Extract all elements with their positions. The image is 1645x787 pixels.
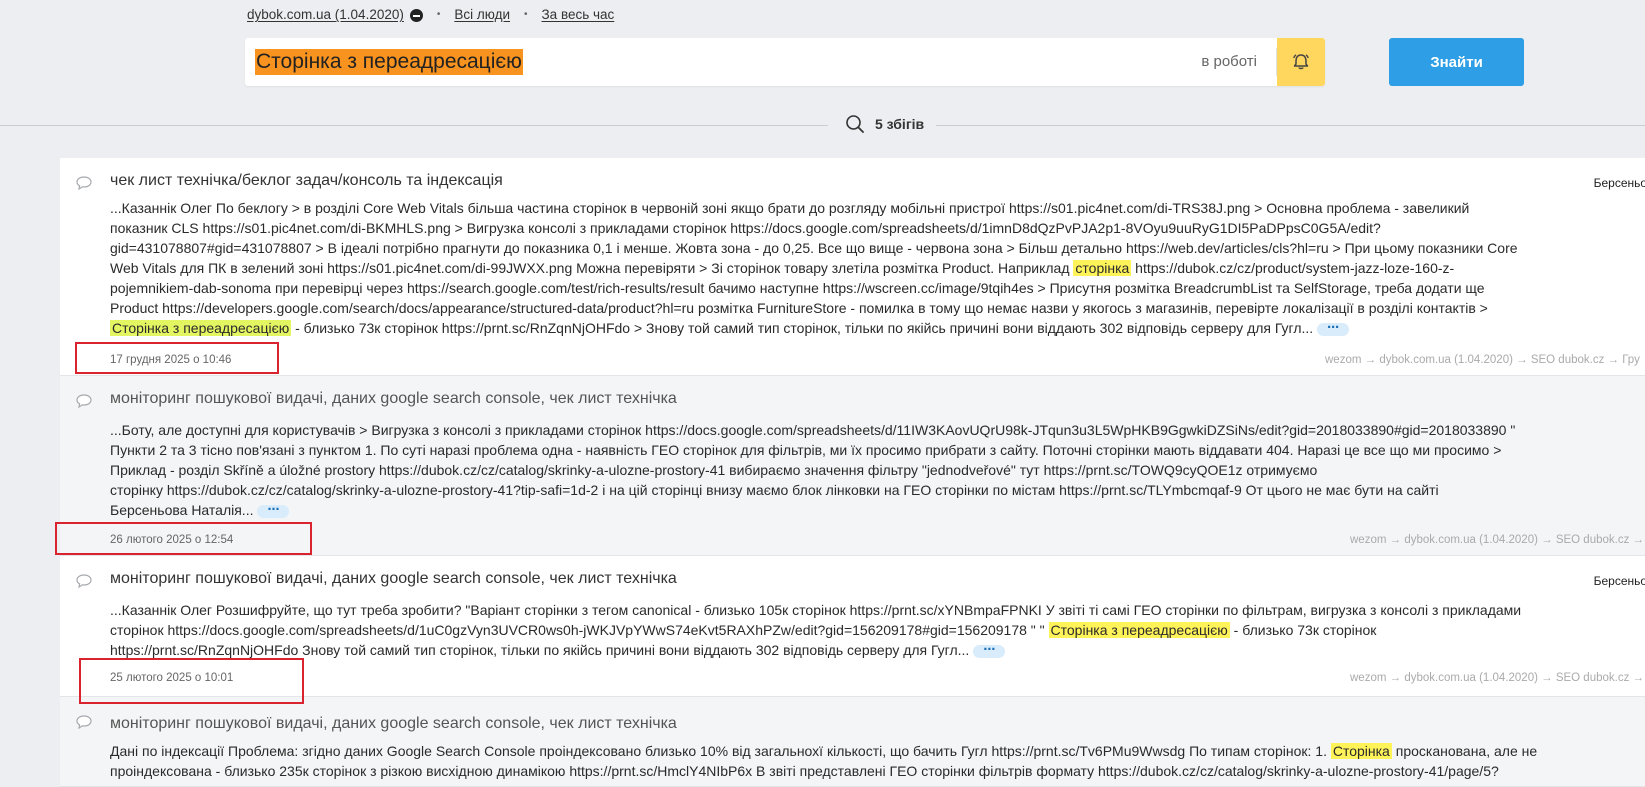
comment-icon [76, 574, 92, 588]
snippet-text: https://dubok.cz/cz/product/system-jazz-… [1131, 260, 1455, 276]
expand-button[interactable]: ⋯ [973, 643, 1006, 658]
filter-bar: dybok.com.ua (1.04.2020) • Всі люди • За… [247, 7, 614, 22]
snippet-line: pojemnikiem-dab-sonoma при перевірці чер… [110, 280, 1485, 296]
clear-filter-icon[interactable] [409, 9, 423, 22]
search-input[interactable]: Сторінка з переадресацією в роботі [245, 38, 1325, 86]
snippet-text: - близько 73к сторінок https://prnt.sc/R… [291, 320, 1314, 336]
snippet-text: Берсеньова Наталія... [110, 502, 254, 518]
result-path[interactable]: wezom → dybok.com.ua (1.04.2020) → SEO d… [1325, 354, 1640, 366]
separator-dot: • [436, 9, 441, 20]
snippet-text: - близько 73к сторінок [1229, 622, 1377, 638]
snippet-line: сторінок https://docs.google.com/spreads… [110, 620, 1645, 640]
result-title[interactable]: чек лист технічка/беклог задач/консоль т… [110, 172, 503, 190]
result-title[interactable]: моніторинг пошукової видачі, даних googl… [110, 715, 677, 733]
bell-icon [1293, 54, 1309, 70]
search-icon [846, 115, 864, 133]
result-snippet: ...Боту, але доступні для користувачів >… [110, 420, 1645, 520]
snippet-line: Пункти 2 та 3 тісно пов'язані з пунктом … [110, 442, 1502, 458]
snippet-text: Web Vitals для ПК в зелений зоні https:/… [110, 260, 1074, 276]
snippet-line: ...Боту, але доступні для користувачів >… [110, 422, 1516, 438]
result-snippet: ...Казаннік Олег Розшифруйте, що тут тре… [110, 600, 1645, 660]
search-query[interactable]: Сторінка з переадресацією [255, 49, 523, 75]
search-button[interactable]: Знайти [1389, 38, 1524, 86]
result-author: Берсеньова [1593, 176, 1645, 190]
annotation-box [55, 522, 312, 555]
match-count-label: 5 збігів [875, 116, 925, 132]
snippet-text: https://prnt.sc/RnZqnNjOHFdo Знову той с… [110, 642, 970, 658]
highlight: Сторінка з переадресацією [110, 320, 292, 336]
result-author: Берсеньова [1593, 574, 1645, 588]
result-item[interactable]: моніторинг пошукової видачі, даних googl… [60, 697, 1645, 787]
snippet-line: проіндексована - близько 235к сторінок з… [110, 763, 1499, 779]
snippet-text: просканована, але не [1391, 743, 1538, 759]
snippet-line: ...Казаннік Олег По беклогу > в розділі … [110, 200, 1470, 216]
status-filter[interactable]: в роботі [1201, 53, 1257, 70]
snippet-line: Product https://developers.google.com/se… [110, 300, 1488, 316]
people-filter[interactable]: Всі люди [454, 7, 510, 22]
snippet-line: сторінку https://dubok.cz/cz/catalog/skr… [110, 482, 1439, 498]
project-filter[interactable]: dybok.com.ua (1.04.2020) [247, 7, 404, 22]
annotation-box [79, 658, 304, 704]
snippet-text: сторінок https://docs.google.com/spreads… [110, 622, 1049, 638]
divider [0, 125, 828, 126]
snippet-line: https://prnt.sc/RnZqnNjOHFdo Знову той с… [110, 640, 1645, 660]
result-title[interactable]: моніторинг пошукової видачі, даних googl… [110, 390, 677, 408]
result-snippet: ...Казаннік Олег По беклогу > в розділі … [110, 198, 1645, 338]
result-title[interactable]: моніторинг пошукової видачі, даних googl… [110, 570, 677, 588]
comment-icon [76, 394, 92, 408]
highlight: сторінка [1073, 260, 1132, 276]
notify-button[interactable] [1277, 38, 1325, 86]
snippet-line: Дані по індексації Проблема: згідно дани… [110, 741, 1645, 761]
snippet-line: Web Vitals для ПК в зелений зоні https:/… [110, 258, 1645, 278]
comment-icon [76, 715, 92, 729]
snippet-line: gid=431078807#gid=431078807 > В ідеалі п… [110, 240, 1518, 256]
expand-button[interactable]: ⋯ [1317, 321, 1350, 336]
highlight: Сторінка [1330, 743, 1392, 759]
result-path[interactable]: wezom → dybok.com.ua (1.04.2020) → SEO d… [1350, 672, 1645, 684]
expand-button[interactable]: ⋯ [257, 503, 290, 518]
annotation-box [75, 342, 279, 374]
highlight: Сторінка з переадресацією [1048, 622, 1230, 638]
result-item[interactable]: чек лист технічка/беклог задач/консоль т… [60, 158, 1645, 376]
snippet-line: Приклад - розділ Skříně a úložné prostor… [110, 462, 1318, 478]
snippet-line: Сторінка з переадресацією - близько 73к … [110, 318, 1645, 338]
snippet-text: Дані по індексації Проблема: згідно дани… [110, 743, 1331, 759]
period-filter[interactable]: За весь час [542, 7, 615, 22]
result-path[interactable]: wezom → dybok.com.ua (1.04.2020) → SEO d… [1350, 534, 1645, 546]
divider [936, 125, 1645, 126]
snippet-line: показник CLS https://s01.pic4net.com/di-… [110, 220, 1381, 236]
result-snippet: Дані по індексації Проблема: згідно дани… [110, 741, 1645, 781]
snippet-line: Берсеньова Наталія... ⋯ [110, 500, 1645, 520]
separator-dot: • [524, 9, 528, 20]
comment-icon [76, 176, 92, 190]
snippet-line: ...Казаннік Олег Розшифруйте, що тут тре… [110, 602, 1522, 618]
match-count: 5 збігів [845, 114, 924, 134]
